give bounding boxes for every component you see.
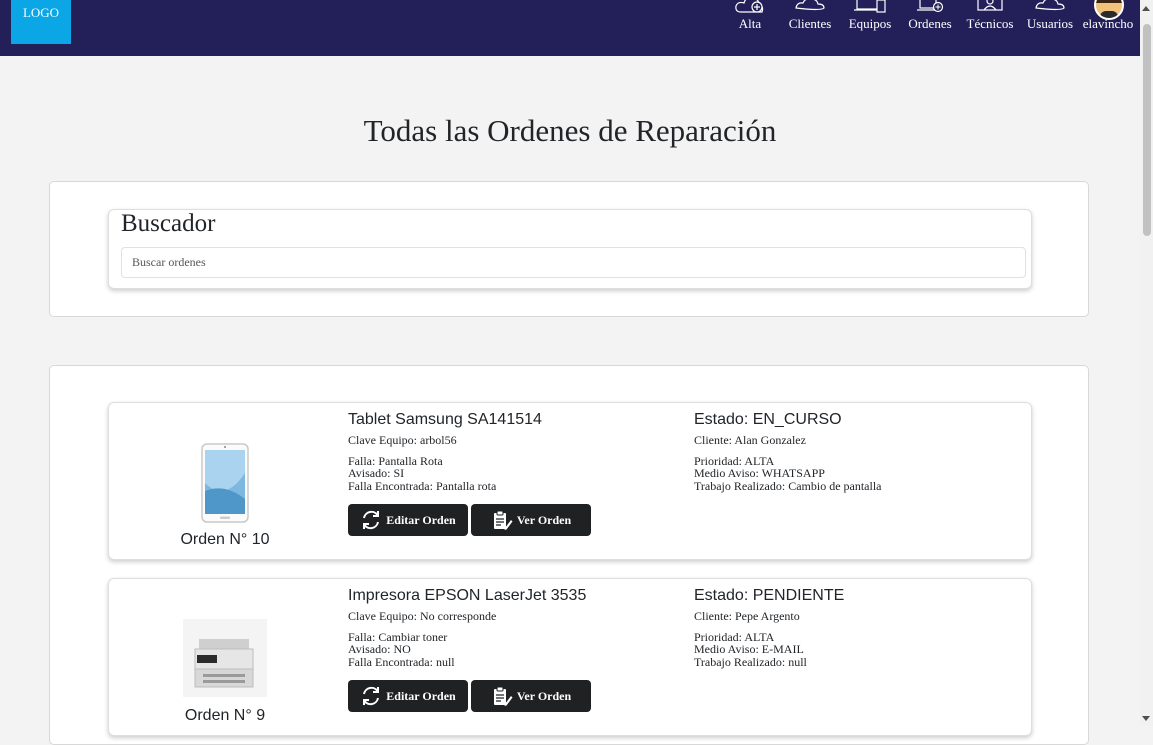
avisado: Avisado: NO bbox=[348, 642, 411, 656]
search-input[interactable] bbox=[121, 247, 1026, 278]
nav-item-ordenes[interactable]: Ordenes bbox=[904, 0, 956, 36]
nav-item-usuarios[interactable]: Usuarios bbox=[1024, 0, 1076, 36]
cloud-plus-icon bbox=[735, 0, 764, 13]
devices-icon bbox=[854, 0, 886, 13]
search-panel: Buscador bbox=[49, 181, 1089, 317]
order-card: Orden N° 10 Tablet Samsung SA141514 Clav… bbox=[108, 402, 1032, 560]
users-cloud-icon bbox=[795, 0, 825, 11]
trabajo-realizado: Trabajo Realizado: null bbox=[694, 655, 807, 669]
order-card: Orden N° 9 Impresora EPSON LaserJet 3535… bbox=[108, 578, 1032, 736]
search-title: Buscador bbox=[121, 210, 216, 237]
scroll-thumb[interactable] bbox=[1143, 24, 1151, 236]
navbar: LOGO Alta Clientes Equipos Ordenes Técni… bbox=[0, 0, 1140, 56]
view-order-button[interactable]: Ver Orden bbox=[471, 680, 591, 712]
nav-item-tecnicos[interactable]: Técnicos bbox=[962, 0, 1018, 36]
orders-panel: Orden N° 10 Tablet Samsung SA141514 Clav… bbox=[49, 365, 1089, 745]
nav-label: Ordenes bbox=[908, 16, 952, 31]
refresh-icon bbox=[363, 510, 380, 530]
edit-order-button[interactable]: Editar Orden bbox=[348, 680, 468, 712]
clave-equipo: Clave Equipo: No corresponde bbox=[348, 609, 497, 623]
nav-label: Alta bbox=[738, 16, 762, 31]
nav-label: Equipos bbox=[848, 16, 892, 31]
nav-item-alta[interactable]: Alta bbox=[728, 0, 772, 36]
search-card: Buscador bbox=[108, 209, 1032, 289]
nav-label: Usuarios bbox=[1026, 16, 1074, 31]
scroll-down-arrow-icon[interactable] bbox=[1142, 716, 1150, 721]
view-order-button[interactable]: Ver Orden bbox=[471, 504, 591, 536]
estado-title: Estado: EN_CURSO bbox=[694, 411, 842, 428]
clipboard-icon bbox=[493, 686, 513, 706]
falla-encontrada: Falla Encontrada: null bbox=[348, 655, 455, 669]
edit-order-button[interactable]: Editar Orden bbox=[348, 504, 468, 536]
nav-label: Técnicos bbox=[966, 16, 1014, 31]
users-icon bbox=[1035, 0, 1065, 11]
order-number: Orden N° 10 bbox=[180, 531, 270, 548]
medio-aviso: Medio Aviso: E-MAIL bbox=[694, 642, 804, 656]
tablet-image bbox=[201, 443, 249, 523]
refresh-icon bbox=[363, 686, 380, 706]
scroll-up-arrow-icon[interactable] bbox=[1142, 6, 1150, 11]
nav-item-equipos[interactable]: Equipos bbox=[844, 0, 896, 36]
cliente: Cliente: Alan Gonzalez bbox=[694, 433, 806, 447]
avisado: Avisado: SI bbox=[348, 466, 405, 480]
equipo-title: Tablet Samsung SA141514 bbox=[348, 411, 542, 428]
nav-label: Clientes bbox=[788, 16, 832, 31]
clave-equipo: Clave Equipo: arbol56 bbox=[348, 433, 457, 447]
equipo-title: Impresora EPSON LaserJet 3535 bbox=[348, 587, 587, 604]
falla-encontrada: Falla Encontrada: Pantalla rota bbox=[348, 479, 497, 493]
technician-icon bbox=[977, 0, 1003, 11]
page-title: Todas las Ordenes de Reparación bbox=[363, 113, 777, 148]
monitor-add-icon bbox=[917, 0, 944, 13]
nav-item-clientes[interactable]: Clientes bbox=[784, 0, 836, 36]
clipboard-icon bbox=[493, 510, 513, 530]
cliente: Cliente: Pepe Argento bbox=[694, 609, 800, 623]
printer-image bbox=[183, 619, 267, 697]
estado-title: Estado: PENDIENTE bbox=[694, 587, 845, 604]
medio-aviso: Medio Aviso: WHATSAPP bbox=[694, 466, 825, 480]
scrollbar[interactable] bbox=[1140, 0, 1153, 726]
logo[interactable]: LOGO bbox=[11, 0, 71, 44]
trabajo-realizado: Trabajo Realizado: Cambio de pantalla bbox=[694, 479, 882, 493]
order-number: Orden N° 9 bbox=[184, 707, 266, 724]
